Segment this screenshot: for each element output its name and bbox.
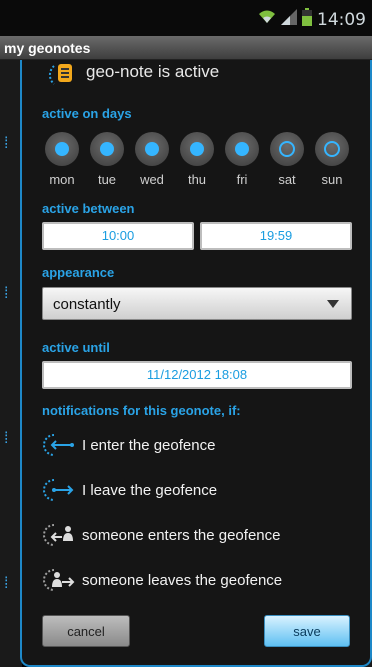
day-label: mon [49, 172, 75, 187]
appearance-section-label: appearance [42, 265, 115, 280]
day-label: tue [97, 172, 117, 187]
status-bar: 14:09 [0, 0, 372, 36]
app-title-bar: my geonotes [0, 36, 372, 60]
geonote-active-label: geo-note is active [86, 62, 220, 81]
notify-someone-enters[interactable]: someone enters the geofence [42, 520, 352, 550]
background-list-left: ⁞ ⁞ ⁞ ⁞ [0, 60, 22, 667]
day-toggle[interactable] [180, 132, 214, 166]
active-toggle-row[interactable]: geo-note is active [22, 60, 370, 86]
days-section-label: active on days [42, 106, 132, 121]
day-toggle[interactable] [315, 132, 349, 166]
day-tue[interactable]: tue [87, 132, 127, 187]
list-handle-icon: ⁞ [4, 285, 9, 302]
days-selector: mon tue wed thu fri sat sun [42, 132, 352, 187]
appearance-value: constantly [53, 296, 121, 313]
status-time: 14:09 [317, 9, 366, 30]
status-icons: 14:09 [258, 8, 366, 31]
day-toggle[interactable] [45, 132, 79, 166]
dropdown-arrow-icon [327, 300, 339, 308]
notify-label: I enter the geofence [82, 436, 216, 454]
day-toggle[interactable] [270, 132, 304, 166]
signal-icon [281, 9, 297, 30]
day-toggle[interactable] [225, 132, 259, 166]
end-time-field[interactable]: 19:59 [200, 222, 352, 250]
day-sun[interactable]: sun [312, 132, 352, 187]
day-sat[interactable]: sat [267, 132, 307, 187]
someone-leaves-icon [43, 569, 75, 591]
list-handle-icon: ⁞ [4, 430, 9, 447]
appearance-select[interactable]: constantly [42, 287, 352, 320]
day-label: sat [278, 172, 296, 187]
day-label: sun [321, 172, 343, 187]
app-title: my geonotes [4, 40, 91, 56]
notify-label: I leave the geofence [82, 481, 218, 499]
notify-label: someone leaves the geofence [82, 571, 283, 589]
save-button[interactable]: save [264, 615, 350, 647]
notifications-section-label: notifications for this geonote, if: [42, 403, 241, 418]
geonote-active-icon[interactable] [48, 62, 78, 88]
geonote-settings-dialog: geo-note is active active on days mon tu… [20, 60, 372, 667]
someone-enters-icon [43, 524, 73, 546]
until-section-label: active until [42, 340, 110, 355]
list-handle-icon: ⁞ [4, 135, 9, 152]
start-time-field[interactable]: 10:00 [42, 222, 194, 250]
enter-geofence-icon [43, 434, 74, 456]
notify-someone-leaves[interactable]: someone leaves the geofence [42, 565, 352, 595]
day-toggle[interactable] [135, 132, 169, 166]
day-mon[interactable]: mon [42, 132, 82, 187]
leave-geofence-icon [43, 479, 74, 501]
day-thu[interactable]: thu [177, 132, 217, 187]
day-label: wed [140, 172, 164, 187]
notify-label: someone enters the geofence [82, 526, 281, 544]
until-datetime-field[interactable]: 11/12/2012 18:08 [42, 361, 352, 389]
list-handle-icon: ⁞ [4, 575, 9, 592]
day-toggle[interactable] [90, 132, 124, 166]
between-section-label: active between [42, 201, 135, 216]
day-wed[interactable]: wed [132, 132, 172, 187]
battery-icon [302, 8, 312, 31]
day-fri[interactable]: fri [222, 132, 262, 187]
notify-i-enter[interactable]: I enter the geofence [42, 430, 352, 460]
day-label: thu [187, 172, 207, 187]
wifi-icon [258, 9, 276, 30]
cancel-button[interactable]: cancel [42, 615, 130, 647]
day-label: fri [236, 172, 248, 187]
notify-i-leave[interactable]: I leave the geofence [42, 475, 352, 505]
